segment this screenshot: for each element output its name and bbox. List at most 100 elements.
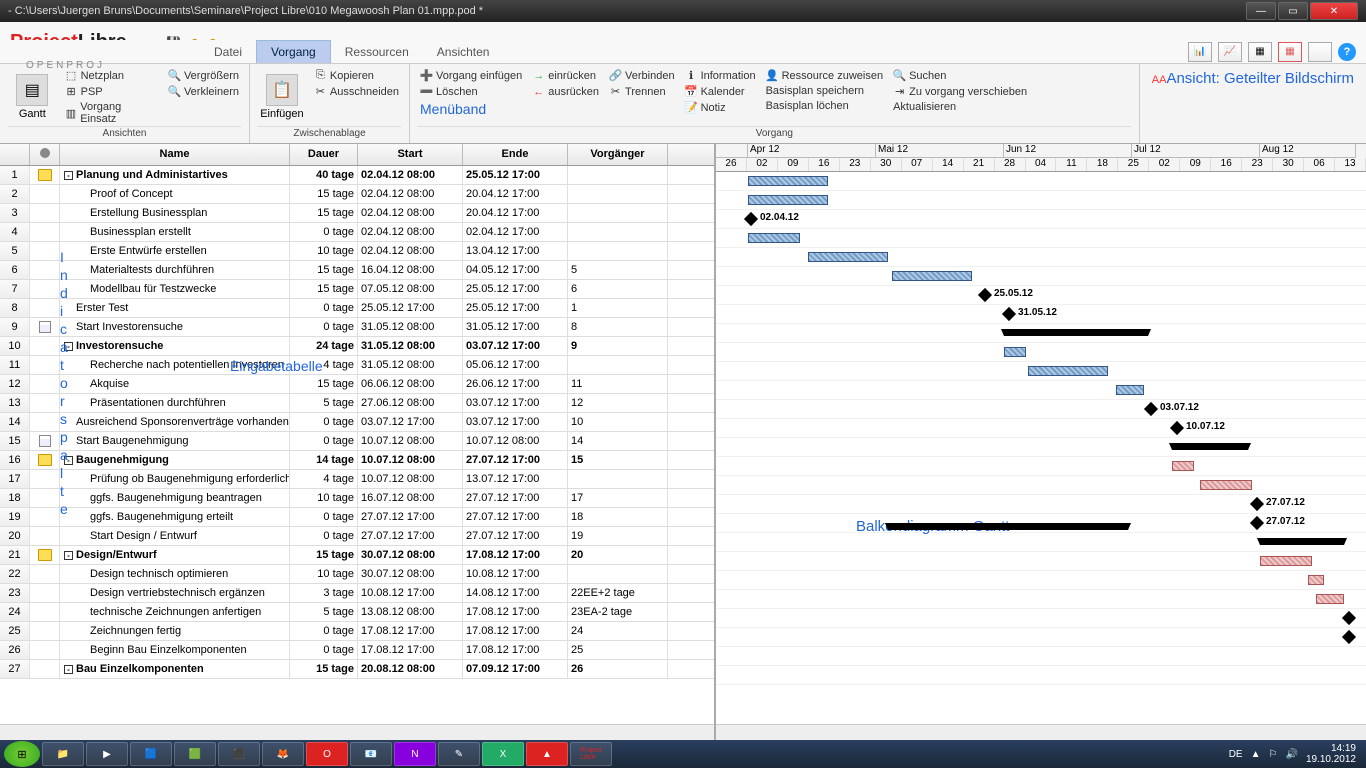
cell-pred[interactable]: [568, 166, 668, 184]
gantt-row[interactable]: 10.07.12: [716, 419, 1366, 438]
cell-start[interactable]: 27.06.12 08:00: [358, 394, 463, 412]
cell-duration[interactable]: 4 tage: [290, 470, 358, 488]
cell-start[interactable]: 02.04.12 08:00: [358, 242, 463, 260]
minimize-button[interactable]: —: [1246, 2, 1276, 20]
cell-duration[interactable]: 15 tage: [290, 280, 358, 298]
cell-start[interactable]: 17.08.12 17:00: [358, 641, 463, 659]
cell-name[interactable]: Zeichnungen fertig: [60, 622, 290, 640]
cell-duration[interactable]: 40 tage: [290, 166, 358, 184]
assign-resource-button[interactable]: 👤Ressource zuweisen: [764, 68, 886, 83]
cell-pred[interactable]: 12: [568, 394, 668, 412]
cell-end[interactable]: 14.08.12 17:00: [463, 584, 568, 602]
cell-start[interactable]: 31.05.12 08:00: [358, 318, 463, 336]
cell-end[interactable]: 07.09.12 17:00: [463, 660, 568, 678]
cell-start[interactable]: 10.08.12 17:00: [358, 584, 463, 602]
header-duration[interactable]: Dauer: [290, 144, 358, 165]
cell-end[interactable]: 25.05.12 17:00: [463, 299, 568, 317]
table-row[interactable]: 24technische Zeichnungen anfertigen5 tag…: [0, 603, 714, 622]
tab-vorgang[interactable]: Vorgang: [256, 40, 331, 63]
cell-name[interactable]: Ausreichend Sponsorenverträge vorhanden: [60, 413, 290, 431]
taskbar-firefox[interactable]: 🦊: [262, 742, 304, 766]
cell-duration[interactable]: 0 tage: [290, 527, 358, 545]
cell-name[interactable]: Proof of Concept: [60, 185, 290, 203]
cell-name[interactable]: technische Zeichnungen anfertigen: [60, 603, 290, 621]
cell-end[interactable]: 05.06.12 17:00: [463, 356, 568, 374]
critical-task-bar[interactable]: [1200, 480, 1252, 490]
gantt-row[interactable]: [716, 362, 1366, 381]
cell-duration[interactable]: 14 tage: [290, 451, 358, 469]
maximize-button[interactable]: ▭: [1278, 2, 1308, 20]
cell-pred[interactable]: 26: [568, 660, 668, 678]
h-scrollbar-right[interactable]: [716, 724, 1366, 740]
gantt-row[interactable]: [716, 324, 1366, 343]
gantt-row[interactable]: 31.05.12: [716, 305, 1366, 324]
gantt-row[interactable]: [716, 267, 1366, 286]
table-row[interactable]: 16-Baugenehmigung14 tage10.07.12 08:0027…: [0, 451, 714, 470]
cell-duration[interactable]: 24 tage: [290, 337, 358, 355]
cell-pred[interactable]: 23EA-2 tage: [568, 603, 668, 621]
cell-pred[interactable]: 25: [568, 641, 668, 659]
taskbar-app3[interactable]: 🟦: [130, 742, 172, 766]
table-row[interactable]: 10-Investorensuche24 tage31.05.12 08:000…: [0, 337, 714, 356]
cell-pred[interactable]: [568, 242, 668, 260]
cell-pred[interactable]: 19: [568, 527, 668, 545]
taskbar-app10[interactable]: ✎: [438, 742, 480, 766]
cell-pred[interactable]: 10: [568, 413, 668, 431]
header-name[interactable]: Name: [60, 144, 290, 165]
task-bar[interactable]: [892, 271, 972, 281]
cell-start[interactable]: 31.05.12 08:00: [358, 337, 463, 355]
task-bar[interactable]: [1116, 385, 1144, 395]
cell-end[interactable]: 13.04.12 17:00: [463, 242, 568, 260]
cell-end[interactable]: 13.07.12 17:00: [463, 470, 568, 488]
outdent-button[interactable]: ←ausrücken: [530, 84, 601, 99]
unlink-button[interactable]: ✂Trennen: [607, 84, 677, 99]
summary-bar[interactable]: [888, 523, 1128, 530]
cell-name[interactable]: ggfs. Baugenehmigung beantragen: [60, 489, 290, 507]
cell-end[interactable]: 03.07.12 17:00: [463, 394, 568, 412]
table-row[interactable]: 26Beginn Bau Einzelkomponenten0 tage17.0…: [0, 641, 714, 660]
cell-end[interactable]: 17.08.12 17:00: [463, 546, 568, 564]
gantt-row[interactable]: [716, 172, 1366, 191]
calendar-button[interactable]: 📅Kalender: [683, 84, 758, 99]
tab-ressourcen[interactable]: Ressourcen: [331, 41, 423, 63]
cell-start[interactable]: 27.07.12 17:00: [358, 508, 463, 526]
cell-name[interactable]: Erster Test: [60, 299, 290, 317]
cell-start[interactable]: 02.04.12 08:00: [358, 166, 463, 184]
table-row[interactable]: 12Akquise15 tage06.06.12 08:0026.06.12 1…: [0, 375, 714, 394]
cell-name[interactable]: Beginn Bau Einzelkomponenten: [60, 641, 290, 659]
gantt-row[interactable]: [716, 628, 1366, 647]
taskbar-app4[interactable]: 🟩: [174, 742, 216, 766]
note-button[interactable]: 📝Notiz: [683, 100, 758, 115]
clear-baseline-button[interactable]: Basisplan löchen: [764, 99, 886, 113]
h-scrollbar-left[interactable]: [0, 724, 714, 740]
psp-button[interactable]: ⊞PSP: [63, 84, 160, 99]
cell-name[interactable]: -Investorensuche: [60, 337, 290, 355]
cell-pred[interactable]: 18: [568, 508, 668, 526]
gantt-row[interactable]: [716, 343, 1366, 362]
cell-duration[interactable]: 10 tage: [290, 565, 358, 583]
cell-end[interactable]: 10.07.12 08:00: [463, 432, 568, 450]
gantt-row[interactable]: [716, 666, 1366, 685]
taskbar-projectlibre[interactable]: ProjectLibre: [570, 742, 612, 766]
table-row[interactable]: 20Start Design / Entwurf0 tage27.07.12 1…: [0, 527, 714, 546]
gantt-row[interactable]: [716, 476, 1366, 495]
milestone-diamond[interactable]: [1342, 611, 1356, 625]
cell-name[interactable]: -Planung und Administartives: [60, 166, 290, 184]
cell-name[interactable]: Materialtests durchführen: [60, 261, 290, 279]
header-indicator[interactable]: [30, 144, 60, 165]
tray-sound-icon[interactable]: 🔊: [1285, 749, 1297, 760]
milestone-diamond[interactable]: [1250, 497, 1264, 511]
scroll-to-button[interactable]: ⇥Zu vorgang verschieben: [891, 84, 1029, 99]
cell-start[interactable]: 02.04.12 08:00: [358, 223, 463, 241]
header-end[interactable]: Ende: [463, 144, 568, 165]
taskbar-lang[interactable]: DE: [1229, 749, 1243, 760]
table-row[interactable]: 7Modellbau für Testzwecke15 tage07.05.12…: [0, 280, 714, 299]
cell-pred[interactable]: 9: [568, 337, 668, 355]
cell-start[interactable]: 30.07.12 08:00: [358, 565, 463, 583]
cell-start[interactable]: 27.07.12 17:00: [358, 527, 463, 545]
taskbar-clock[interactable]: 14:19 19.10.2012: [1306, 743, 1356, 765]
taskbar-media[interactable]: ▶: [86, 742, 128, 766]
cell-end[interactable]: 20.04.12 17:00: [463, 185, 568, 203]
table-row[interactable]: 17Prüfung ob Baugenehmigung erforderlich…: [0, 470, 714, 489]
cell-end[interactable]: 25.05.12 17:00: [463, 280, 568, 298]
